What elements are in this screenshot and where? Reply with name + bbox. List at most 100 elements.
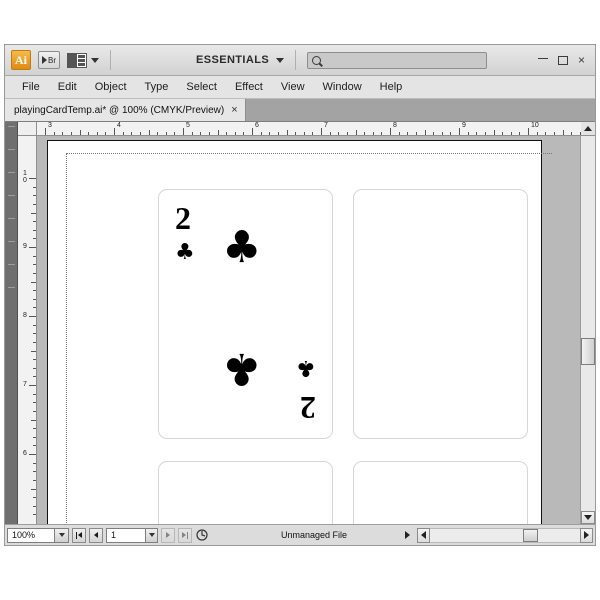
next-artboard-button[interactable] [161,527,175,543]
last-artboard-button[interactable] [178,527,192,543]
ruler-tick-minor [33,359,36,361]
vscroll-track-upper[interactable] [581,136,595,338]
application-bar: Ai Br ESSENTIALS × [5,45,595,76]
horizontal-ruler[interactable]: 3 4 5 6 7 8 9 10 [37,122,581,136]
window-controls: × [537,54,589,66]
ruler-tick-minor [148,130,150,135]
minimize-button[interactable] [537,58,548,59]
vscroll-down-button[interactable] [581,511,595,524]
ruler-tick-minor [33,238,36,240]
menu-item-file[interactable]: File [13,79,49,95]
search-icon [312,55,322,65]
first-artboard-button[interactable] [72,527,86,543]
zoom-level-combo[interactable]: 100% [7,527,69,543]
status-display-field[interactable]: Unmanaged File [214,527,414,543]
menu-item-edit[interactable]: Edit [49,79,86,95]
ruler-tick-minor [157,132,159,135]
hscroll-thumb[interactable] [523,528,538,542]
ruler-label: 9 [462,122,466,129]
vscroll-up-button[interactable] [581,122,595,136]
go-to-bridge-button[interactable]: Br [38,51,60,69]
menu-item-type[interactable]: Type [136,79,178,95]
artboard-dropdown-button[interactable] [145,528,157,542]
ruler-tick-minor [33,221,36,223]
chevron-down-icon[interactable] [91,57,99,63]
menu-item-help[interactable]: Help [371,79,412,95]
blank-card-top-right[interactable] [353,189,528,439]
ruler-tick-major [29,316,36,317]
illustrator-logo-icon: Ai [11,50,31,70]
ruler-tick-minor [545,132,547,135]
ruler-tick-minor [33,471,36,473]
two-of-clubs-card[interactable]: 2 ♣ ♣ ♣ ♣ 2 [158,189,333,439]
ruler-tick-minor [33,445,36,447]
tools-panel-collapsed[interactable] [5,122,18,524]
artboard-number-value: 1 [111,530,117,540]
ruler-tick-minor [441,132,443,135]
ruler-tick-major [390,128,391,135]
zoom-level-value: 100% [12,530,36,540]
search-input-wrapper[interactable] [307,51,488,69]
menu-item-effect[interactable]: Effect [226,79,272,95]
menu-item-object[interactable]: Object [86,79,136,95]
workspace-chevron-down-icon[interactable] [276,57,285,63]
ruler-tick-minor [269,132,271,135]
ruler-tick-major [29,454,36,455]
horizontal-scrollbar[interactable] [417,527,593,543]
maximize-button[interactable] [557,55,568,65]
artboard-number-combo[interactable]: 1 [106,527,158,543]
club-pip-large-top: ♣ [222,222,262,273]
menu-item-view[interactable]: View [272,79,314,95]
ruler-tick-minor [33,186,36,188]
hscroll-left-button[interactable] [417,527,430,543]
ruler-tick-minor [33,307,36,309]
document-tab[interactable]: playingCardTemp.ai* @ 100% (CMYK/Preview… [5,99,246,121]
ruler-tick-minor [33,514,36,516]
artboard[interactable]: 2 ♣ ♣ ♣ ♣ 2 [47,140,552,524]
menu-item-select[interactable]: Select [177,79,226,95]
ruler-tick-major [29,385,36,386]
zoom-dropdown-button[interactable] [54,528,68,542]
previous-artboard-button[interactable] [89,527,103,543]
ruler-tick-minor [312,132,314,135]
ruler-tick-minor [31,212,36,214]
hscroll-right-button[interactable] [580,527,593,543]
ruler-tick-minor [33,428,36,430]
ruler-tick-minor [131,132,133,135]
close-icon[interactable]: × [231,104,237,116]
ruler-tick-minor [33,195,36,197]
vscroll-track-lower[interactable] [581,364,595,511]
vertical-ruler[interactable]: 10 9 8 7 6 [18,136,37,524]
ruler-tick-minor [372,132,374,135]
ruler-tick-major [114,128,115,135]
ruler-tick-minor [234,132,236,135]
vertical-scrollbar[interactable] [580,136,595,524]
status-menu-triangle-icon[interactable] [405,531,410,539]
hscroll-track[interactable] [430,527,580,543]
search-input[interactable] [324,53,483,67]
ruler-tick-minor [165,132,167,135]
triangle-right-icon [182,532,186,538]
ruler-label: 7 [324,122,328,129]
ruler-label: 10 [23,170,27,184]
ruler-origin-corner[interactable] [18,122,37,136]
blank-card-bottom-left[interactable] [158,461,333,524]
workspace-switcher-label[interactable]: ESSENTIALS [196,54,269,66]
blank-card-bottom-right[interactable] [353,461,528,524]
artboard-navigation-icon[interactable] [195,528,211,543]
ruler-tick-minor [33,505,36,507]
ruler-tick-minor [174,132,176,135]
club-pip-large-bottom: ♣ [222,343,262,394]
ruler-label: 3 [48,122,52,129]
canvas[interactable]: 2 ♣ ♣ ♣ ♣ 2 [37,136,580,524]
ruler-label: 10 [531,122,539,129]
ruler-tick-minor [31,488,36,490]
ruler-tick-minor [33,479,36,481]
ruler-tick-minor [33,367,36,369]
vscroll-thumb[interactable] [581,337,595,365]
ruler-tick-minor [381,132,383,135]
menu-item-window[interactable]: Window [314,79,371,95]
arrange-documents-control[interactable] [67,51,99,69]
ruler-tick-minor [33,290,36,292]
close-button[interactable]: × [578,54,585,66]
